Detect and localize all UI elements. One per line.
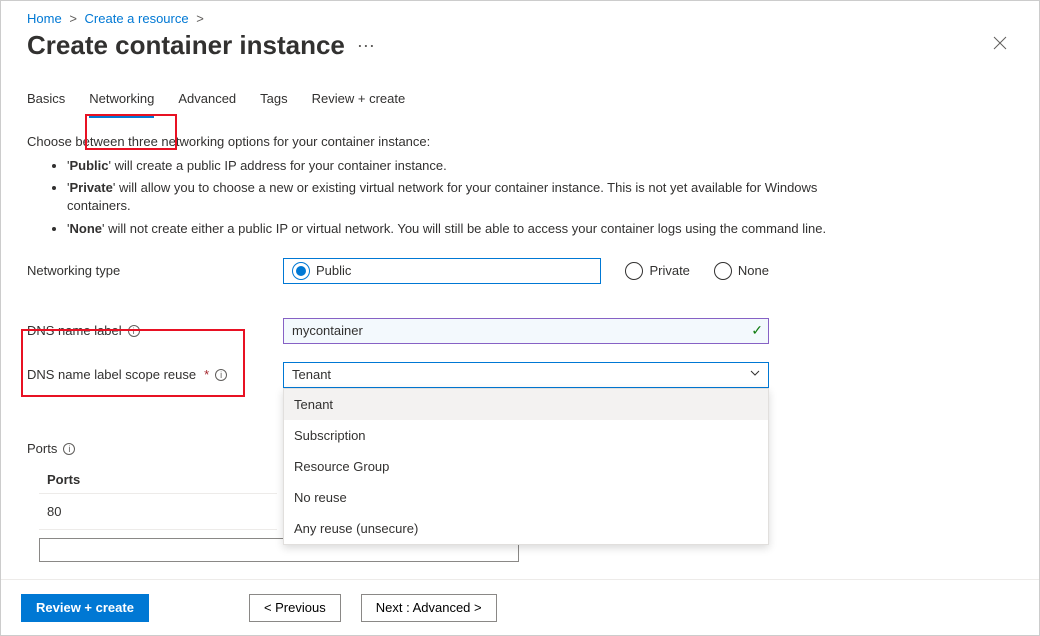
intro-item-private: 'Private' will allow you to choose a new…	[67, 179, 835, 215]
intro-lead: Choose between three networking options …	[27, 134, 835, 149]
intro-copy: Choose between three networking options …	[1, 118, 861, 238]
more-icon[interactable]: ⋯	[357, 37, 375, 55]
scope-option[interactable]: Tenant	[284, 389, 768, 420]
row-dns-label: DNS name label i ✓	[27, 314, 1013, 348]
ports-label: Ports	[27, 441, 57, 456]
dns-label-text: DNS name label	[27, 323, 122, 338]
page-title: Create container instance	[27, 30, 345, 61]
scope-label-text: DNS name label scope reuse	[27, 367, 196, 382]
next-button[interactable]: Next : Advanced >	[361, 594, 497, 622]
close-icon	[993, 36, 1007, 50]
scope-option[interactable]: Subscription	[284, 420, 768, 451]
tab-tags[interactable]: Tags	[260, 85, 287, 118]
tab-advanced[interactable]: Advanced	[178, 85, 236, 118]
radio-circle-icon	[292, 262, 310, 280]
scope-option[interactable]: Any reuse (unsecure)	[284, 513, 768, 544]
scope-option[interactable]: No reuse	[284, 482, 768, 513]
radio-none[interactable]: None	[714, 262, 769, 280]
networking-type-radios: Public Private None	[283, 258, 769, 284]
info-icon[interactable]: i	[63, 443, 75, 455]
page-header: Create container instance ⋯	[1, 26, 1039, 85]
scope-dropdown: Tenant Subscription Resource Group No re…	[283, 388, 769, 545]
previous-button[interactable]: < Previous	[249, 594, 341, 622]
breadcrumb-separator: >	[192, 11, 208, 26]
breadcrumb: Home > Create a resource >	[1, 1, 1039, 26]
page-root: Home > Create a resource > Create contai…	[0, 0, 1040, 636]
breadcrumb-create-resource[interactable]: Create a resource	[85, 11, 189, 26]
tab-bar: Basics Networking Advanced Tags Review +…	[1, 85, 1039, 118]
intro-item-public: 'Public' will create a public IP address…	[67, 157, 835, 175]
row-networking-type: Networking type Public Private None	[27, 254, 1013, 288]
ports-section: Ports i Ports 80	[27, 432, 281, 562]
review-create-button[interactable]: Review + create	[21, 594, 149, 622]
tab-review[interactable]: Review + create	[312, 85, 406, 118]
intro-item-none: 'None' will not create either a public I…	[67, 220, 835, 238]
radio-public[interactable]: Public	[283, 258, 601, 284]
radio-private[interactable]: Private	[625, 262, 689, 280]
breadcrumb-separator: >	[65, 11, 81, 26]
check-icon: ✓	[751, 322, 763, 339]
dns-label-input[interactable]	[283, 318, 769, 344]
radio-circle-icon	[714, 262, 732, 280]
networking-type-label: Networking type	[27, 263, 283, 278]
close-button[interactable]	[987, 30, 1013, 61]
tab-basics[interactable]: Basics	[27, 85, 65, 118]
info-icon[interactable]: i	[215, 369, 227, 381]
radio-circle-icon	[625, 262, 643, 280]
info-icon[interactable]: i	[128, 325, 140, 337]
form: Networking type Public Private None DNS …	[1, 250, 1039, 566]
scope-option[interactable]: Resource Group	[284, 451, 768, 482]
row-scope-reuse: DNS name label scope reuse * i Tenant Te…	[27, 358, 1013, 392]
required-mark: *	[204, 367, 209, 382]
ports-row-value: 80	[39, 494, 277, 530]
tab-networking[interactable]: Networking	[89, 85, 154, 118]
footer-bar: Review + create < Previous Next : Advanc…	[1, 579, 1039, 635]
ports-col-header: Ports	[39, 466, 277, 494]
breadcrumb-home[interactable]: Home	[27, 11, 62, 26]
scope-select[interactable]: Tenant	[283, 362, 769, 388]
